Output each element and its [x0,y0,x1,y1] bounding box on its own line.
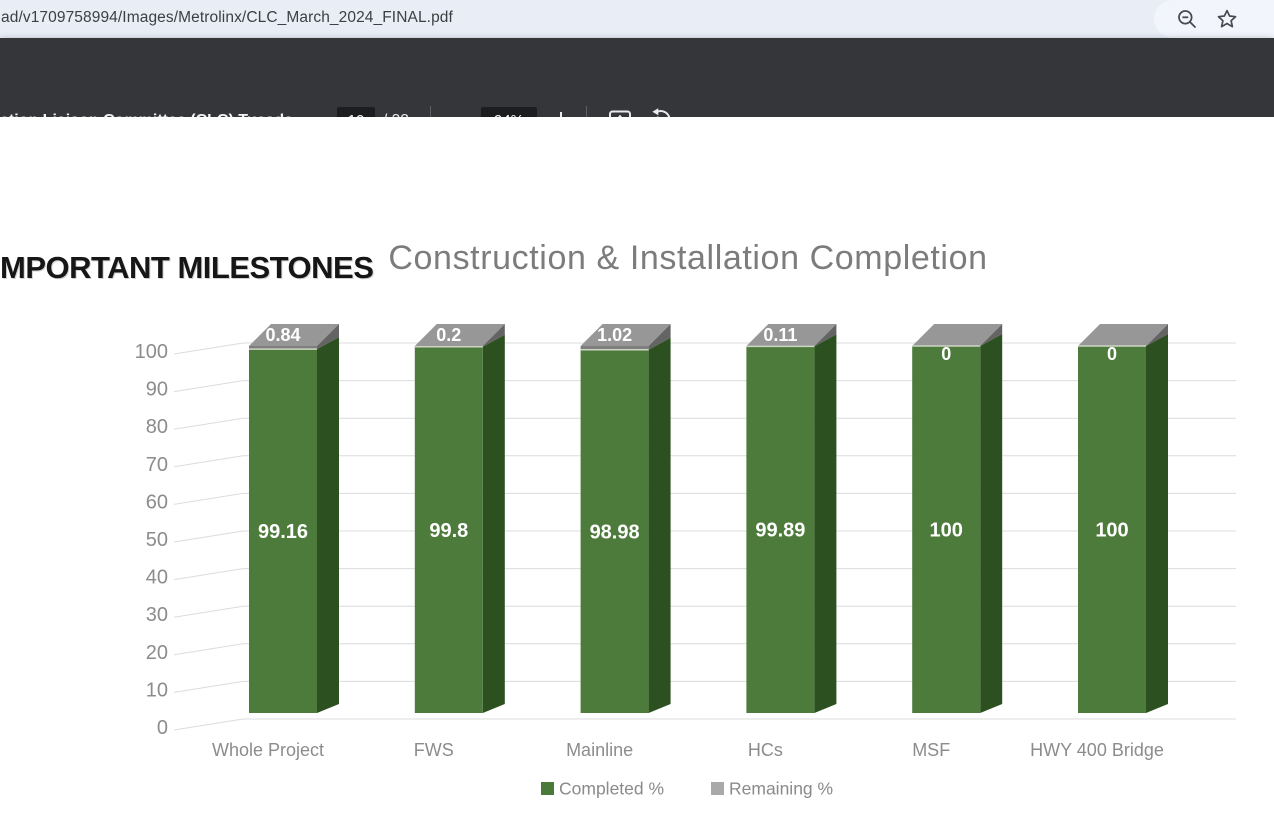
completed-value-label: 99.89 [755,520,805,542]
category-label: FWS [414,740,454,760]
remaining-value-label: 0.11 [763,325,797,345]
y-tick-label: 100 [135,341,168,363]
y-tick-label: 50 [146,529,168,551]
bar-side-face [317,337,339,713]
y-tick-label: 90 [146,379,168,401]
pdf-viewer-toolbar: ction Liaison Committee (CLC) Tuesda... … [0,38,1274,117]
y-tick-label: 70 [146,454,168,476]
bar-side-face [649,338,671,713]
y-tick-label: 80 [146,416,168,438]
bar-side-face [1146,334,1168,713]
zoom-indicator-icon[interactable] [1176,8,1198,30]
bar-side-face [814,334,836,713]
remaining-value-label: 0.84 [265,325,300,345]
completed-value-label: 100 [930,520,963,542]
grid-depth-line [174,343,243,354]
y-tick-label: 60 [146,491,168,513]
completed-value-label: 99.8 [429,520,468,542]
legend-swatch [541,782,554,795]
y-tick-label: 30 [146,604,168,626]
bar-side-face [980,334,1002,713]
bookmark-star-icon[interactable] [1216,8,1238,30]
grid-depth-line [174,456,243,467]
chart-title: Construction & Installation Completion [388,239,987,277]
remaining-value-label: 0.2 [436,325,461,345]
category-label: HWY 400 Bridge [1030,740,1164,760]
grid-depth-line [174,569,243,580]
completion-chart: Construction & Installation Completion 0 1… [0,220,1274,821]
y-tick-label: 0 [157,717,168,739]
bar-side-face [483,335,505,713]
grid-depth-line [174,531,243,542]
grid-depth-line [174,644,243,655]
remaining-value-label: 0 [941,344,951,364]
remaining-value-label: 1.02 [597,325,632,345]
grid-depth-line [174,418,243,429]
grid-depth-line [174,493,243,504]
legend-label: Remaining % [729,779,833,799]
grid-depth-line [174,719,243,730]
completed-value-label: 100 [1095,520,1128,542]
category-label: HCs [748,740,783,760]
browser-omnibox-bar: ad/v1709758994/Images/Metrolinx/CLC_Marc… [0,0,1274,38]
address-bar-url[interactable]: ad/v1709758994/Images/Metrolinx/CLC_Marc… [1,9,453,27]
category-label: Mainline [566,740,633,760]
remaining-value-label: 0 [1107,344,1117,364]
grid-depth-line [174,681,243,692]
grid-depth-line [174,381,243,392]
category-label: Whole Project [212,740,324,760]
completed-value-label: 99.16 [258,521,308,543]
completed-value-label: 98.98 [590,521,640,543]
y-tick-label: 20 [146,642,168,664]
omnibox-right-pill [1154,0,1274,38]
legend-swatch [711,782,724,795]
y-tick-label: 10 [146,679,168,701]
legend-label: Completed % [559,779,664,799]
category-label: MSF [912,740,950,760]
y-tick-label: 40 [146,567,168,589]
grid-depth-line [174,606,243,617]
